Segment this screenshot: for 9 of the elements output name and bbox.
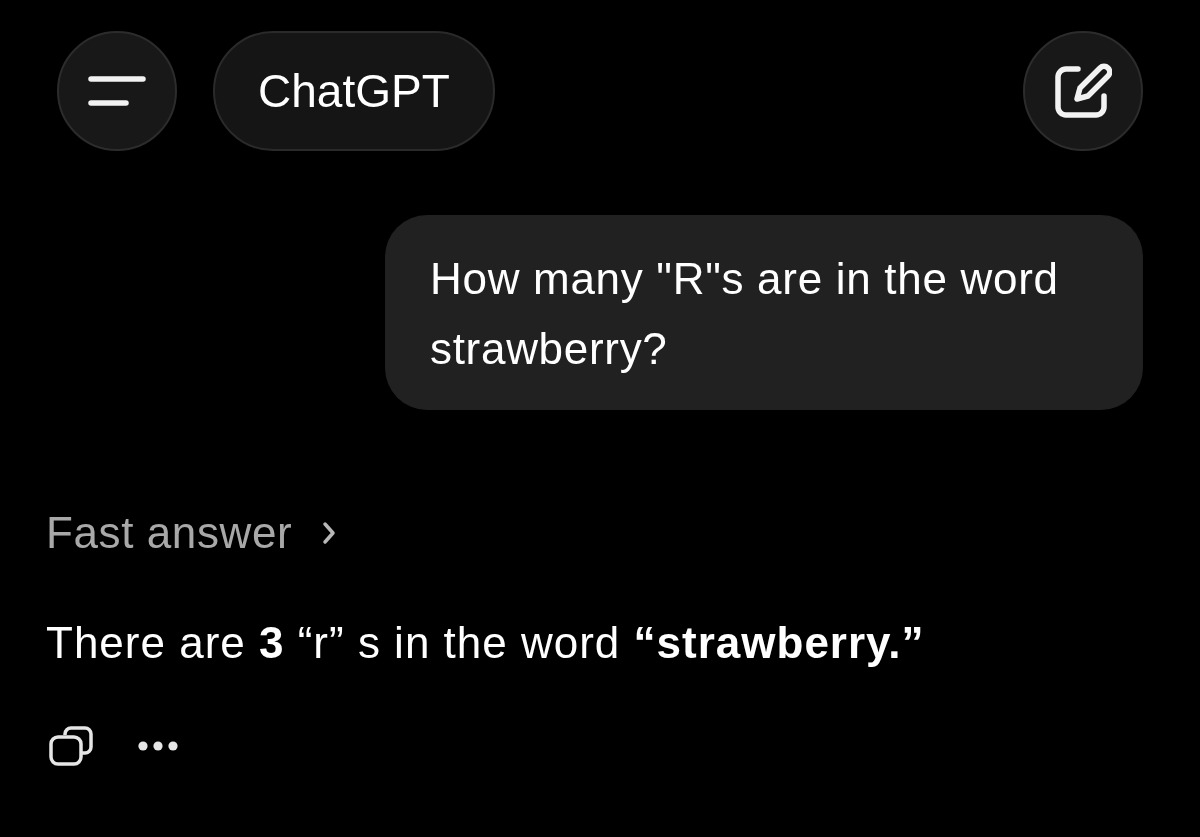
more-icon[interactable] xyxy=(138,741,178,751)
answer-text: There are 3 “r” s in the word “strawberry.” xyxy=(46,618,926,668)
menu-icon xyxy=(88,76,146,106)
user-message: How many "R"s are in the word strawberry? xyxy=(385,215,1143,410)
model-title-button[interactable]: ChatGPT xyxy=(213,31,495,151)
pencil-square-icon xyxy=(1054,63,1112,119)
chevron-right-icon xyxy=(322,521,337,545)
copy-icon[interactable] xyxy=(48,726,94,766)
answer-mode-toggle[interactable]: Fast answer xyxy=(46,508,337,558)
